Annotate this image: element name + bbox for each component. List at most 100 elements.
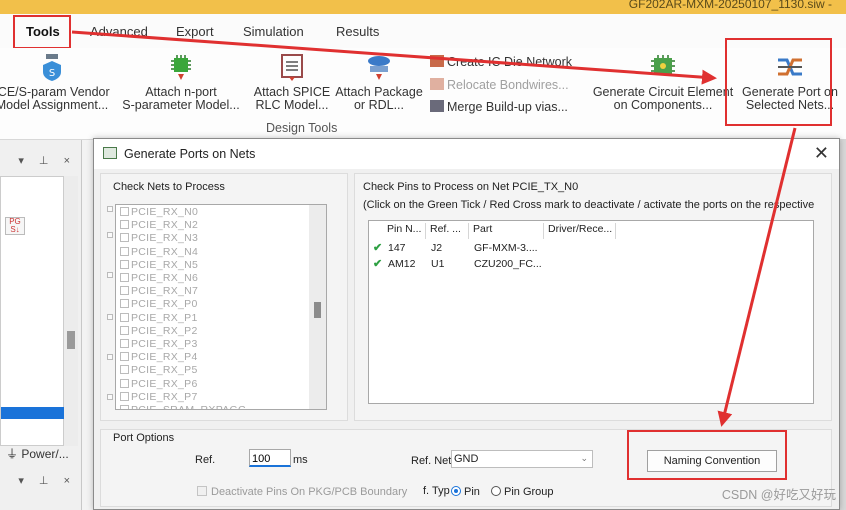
net-checkbox[interactable]: [120, 299, 129, 309]
net-list-item[interactable]: PCIE_SRAM_RXPAGC: [120, 404, 246, 409]
net-checkbox[interactable]: [120, 220, 129, 230]
net-checkbox[interactable]: [120, 246, 129, 256]
net-list-item[interactable]: PCIE_RX_N2: [120, 219, 198, 231]
tree-expander[interactable]: [107, 314, 113, 320]
attach-spice-button[interactable]: Attach SPICE RLC Model...: [250, 52, 334, 112]
radio-selected-icon[interactable]: [451, 486, 461, 496]
ref-input[interactable]: [249, 449, 291, 467]
power-panel-tab[interactable]: ⏚ Power/...: [6, 445, 69, 462]
dock-header-controls-2[interactable]: ▾ ⊥ ×: [0, 474, 82, 487]
col-part[interactable]: Part: [469, 223, 544, 239]
dock-scrollbar[interactable]: [64, 176, 78, 446]
net-name: PCIE_RX_N4: [131, 245, 199, 258]
deactivate-pins-checkbox[interactable]: Deactivate Pins On PKG/PCB Boundary: [197, 486, 407, 498]
generate-circuit-element-button[interactable]: Generate Circuit Element on Components..…: [588, 52, 738, 112]
dock-tree[interactable]: PG S↓: [0, 176, 65, 446]
net-checkbox[interactable]: [120, 325, 129, 335]
pin-part-cell: GF-MXM-3....: [474, 242, 538, 254]
tab-export[interactable]: Export: [176, 24, 214, 39]
vendor-model-label-2: Model Assignment...: [0, 98, 109, 112]
pg-icon[interactable]: PG S↓: [5, 217, 25, 235]
net-name: PCIE_RX_N6: [131, 272, 199, 284]
pin-group-radio[interactable]: Pin Group: [491, 486, 554, 498]
net-list-item[interactable]: PCIE_RX_N5: [120, 259, 198, 271]
ref-net-value: GND: [454, 453, 479, 465]
net-checkbox[interactable]: [120, 391, 129, 401]
green-tick-icon[interactable]: ✔: [373, 257, 382, 270]
attach-nport-button[interactable]: Attach n-port S-parameter Model...: [120, 52, 242, 112]
pins-hint-text: (Click on the Green Tick / Red Cross mar…: [363, 199, 815, 211]
net-list-item[interactable]: PCIE_RX_N7: [120, 285, 198, 297]
tab-results[interactable]: Results: [336, 24, 379, 39]
net-checkbox[interactable]: [120, 207, 129, 216]
dock-selected-row[interactable]: [1, 407, 65, 419]
net-name: PCIE_RX_N5: [131, 258, 199, 271]
pin-group-radio-label: Pin Group: [504, 486, 554, 498]
net-list-item[interactable]: PCIE_RX_P3: [120, 338, 198, 350]
net-checkbox[interactable]: [120, 233, 129, 243]
net-list-item[interactable]: PCIE_RX_P5: [120, 364, 198, 376]
relocate-bondwires-button[interactable]: Relocate Bondwires...: [430, 78, 569, 92]
vendor-model-label-1: ICE/S-param Vendor: [0, 85, 110, 99]
dock-scroll-thumb[interactable]: [67, 331, 75, 349]
net-checkbox[interactable]: [120, 259, 129, 269]
tree-expander[interactable]: [107, 394, 113, 400]
net-checkbox[interactable]: [120, 365, 129, 375]
tree-expander[interactable]: [107, 232, 113, 238]
col-driver-receiver[interactable]: Driver/Rece...: [544, 223, 616, 239]
net-list-item[interactable]: PCIE_RX_P1: [120, 312, 198, 324]
tab-simulation[interactable]: Simulation: [243, 24, 304, 39]
pin-radio-label: Pin: [464, 486, 480, 498]
circuit-element-label-1: Generate Circuit Element: [592, 85, 734, 99]
nets-scroll-thumb[interactable]: [314, 302, 321, 318]
net-checkbox[interactable]: [120, 405, 129, 409]
left-dock-panel: ▾ ⊥ × PG S↓ ⏚ Power/... ▾ ⊥ ×: [0, 140, 82, 510]
col-pin-number[interactable]: Pin N...: [383, 223, 426, 239]
attach-package-button[interactable]: Attach Package or RDL...: [334, 52, 424, 112]
checkbox-box[interactable]: [197, 486, 207, 496]
nets-scrollbar[interactable]: [309, 205, 326, 409]
tree-expander[interactable]: [107, 354, 113, 360]
col-ref[interactable]: Ref. ...: [426, 223, 469, 239]
spice-label-2: RLC Model...: [255, 98, 329, 112]
merge-buildup-vias-button[interactable]: Merge Build-up vias...: [430, 100, 568, 114]
vendor-model-assignment-button[interactable]: S ICE/S-param Vendor Model Assignment...: [0, 52, 118, 112]
net-checkbox[interactable]: [120, 339, 129, 348]
tree-expander[interactable]: [107, 206, 113, 212]
create-ic-die-network-button[interactable]: Create IC Die Network: [430, 55, 572, 69]
pins-table[interactable]: Pin N... Ref. ... Part Driver/Rece... ✔ …: [368, 220, 814, 404]
net-list-item[interactable]: PCIE_RX_P4: [120, 351, 198, 363]
net-checkbox[interactable]: [120, 312, 129, 322]
radio-unselected-icon[interactable]: [491, 486, 501, 496]
pin-part-cell: CZU200_FC...: [474, 258, 542, 270]
net-checkbox[interactable]: [120, 378, 129, 388]
net-checkbox[interactable]: [120, 273, 129, 282]
net-list-item[interactable]: PCIE_RX_N3: [120, 232, 198, 244]
ribbon-tab-bar: Tools Advanced Export Simulation Results: [0, 14, 846, 49]
circuit-element-label-2: on Components...: [613, 98, 713, 112]
net-checkbox[interactable]: [120, 286, 129, 296]
tree-expander[interactable]: [107, 272, 113, 278]
green-tick-icon[interactable]: ✔: [373, 241, 382, 254]
ref-net-label: Ref. Net: [411, 455, 452, 467]
s-param-shield-icon: S: [43, 54, 61, 81]
dock-header-controls[interactable]: ▾ ⊥ ×: [0, 154, 82, 167]
net-list-item[interactable]: PCIE_RX_N4: [120, 246, 198, 258]
net-list-item[interactable]: PCIE_RX_N6: [120, 272, 198, 284]
net-list-item[interactable]: PCIE_RX_P2: [120, 325, 198, 337]
net-list-item[interactable]: PCIE_RX_P7: [120, 391, 198, 403]
pin-number-cell: 147: [388, 242, 406, 254]
close-icon[interactable]: ✕: [814, 143, 829, 164]
tab-advanced[interactable]: Advanced: [90, 24, 148, 39]
net-list-item[interactable]: PCIE_RX_N0: [120, 206, 198, 218]
pin-radio[interactable]: Pin: [451, 486, 480, 498]
nets-list[interactable]: PCIE_SRAM_RXPAGC PCIE_RX_P7 PCIE_RX_P6 PCIE…: [115, 204, 327, 410]
window-title: GF202AR-MXM-20250107_1130.siw -: [628, 0, 832, 11]
net-list-item[interactable]: PCIE_RX_P0: [120, 298, 198, 310]
net-list-item[interactable]: PCIE_RX_P6: [120, 378, 198, 390]
ref-net-select[interactable]: GND ⌄: [451, 450, 593, 468]
net-name: PCIE_RX_N2: [131, 219, 199, 232]
net-checkbox[interactable]: [120, 352, 129, 362]
package-label-1: Attach Package: [335, 85, 423, 99]
app-title-strip: GF202AR-MXM-20250107_1130.siw -: [0, 0, 846, 14]
